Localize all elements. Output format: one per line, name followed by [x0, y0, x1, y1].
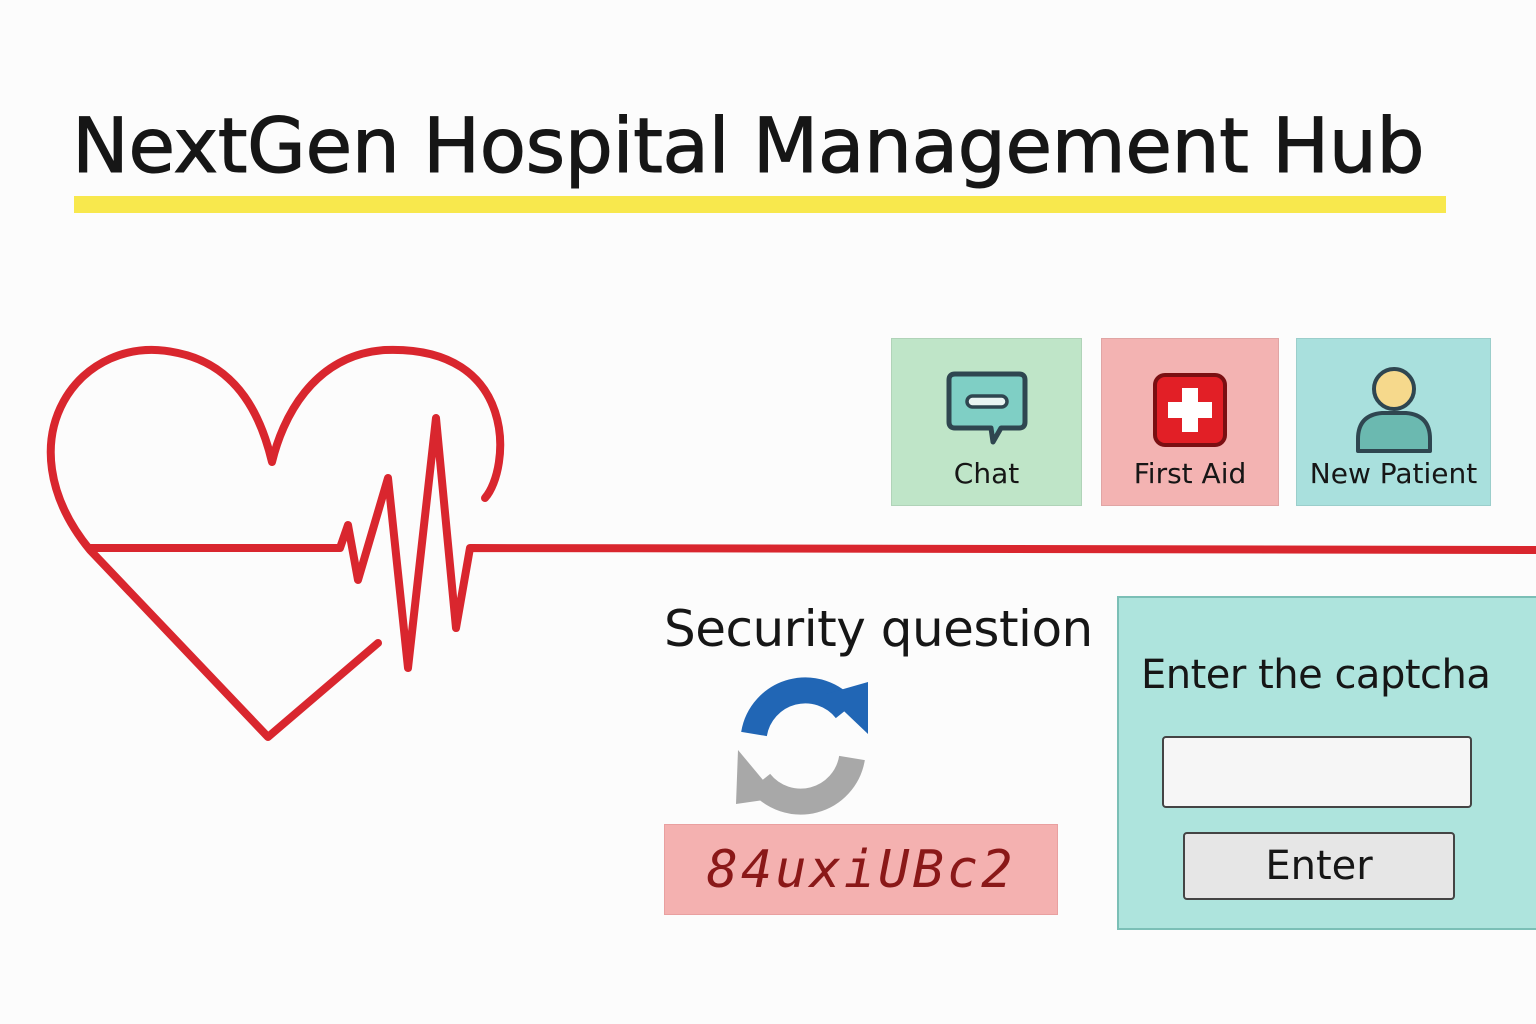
- page-title: NextGen Hospital Management Hub: [71, 101, 1425, 191]
- captcha-label: Enter the captcha: [1141, 652, 1491, 698]
- new-patient-label: New Patient: [1309, 457, 1478, 490]
- first-aid-label: First Aid: [1133, 457, 1247, 490]
- user-icon: [1352, 365, 1436, 455]
- enter-button[interactable]: Enter: [1183, 832, 1455, 900]
- new-patient-button[interactable]: New Patient: [1296, 338, 1491, 506]
- captcha-code: 84uxiUBc2: [706, 839, 1016, 900]
- chat-label: Chat: [953, 457, 1020, 490]
- first-aid-button[interactable]: First Aid: [1101, 338, 1279, 506]
- first-aid-cross-icon: [1152, 365, 1228, 455]
- captcha-display: 84uxiUBc2: [664, 824, 1058, 915]
- title-underline: [74, 196, 1446, 213]
- security-question-heading: Security question: [664, 600, 1093, 658]
- refresh-icon[interactable]: [730, 676, 875, 816]
- captcha-panel: Enter the captcha Enter: [1117, 596, 1536, 930]
- captcha-input[interactable]: [1162, 736, 1472, 808]
- chat-button[interactable]: Chat: [891, 338, 1082, 506]
- chat-bubble-icon: [945, 365, 1029, 455]
